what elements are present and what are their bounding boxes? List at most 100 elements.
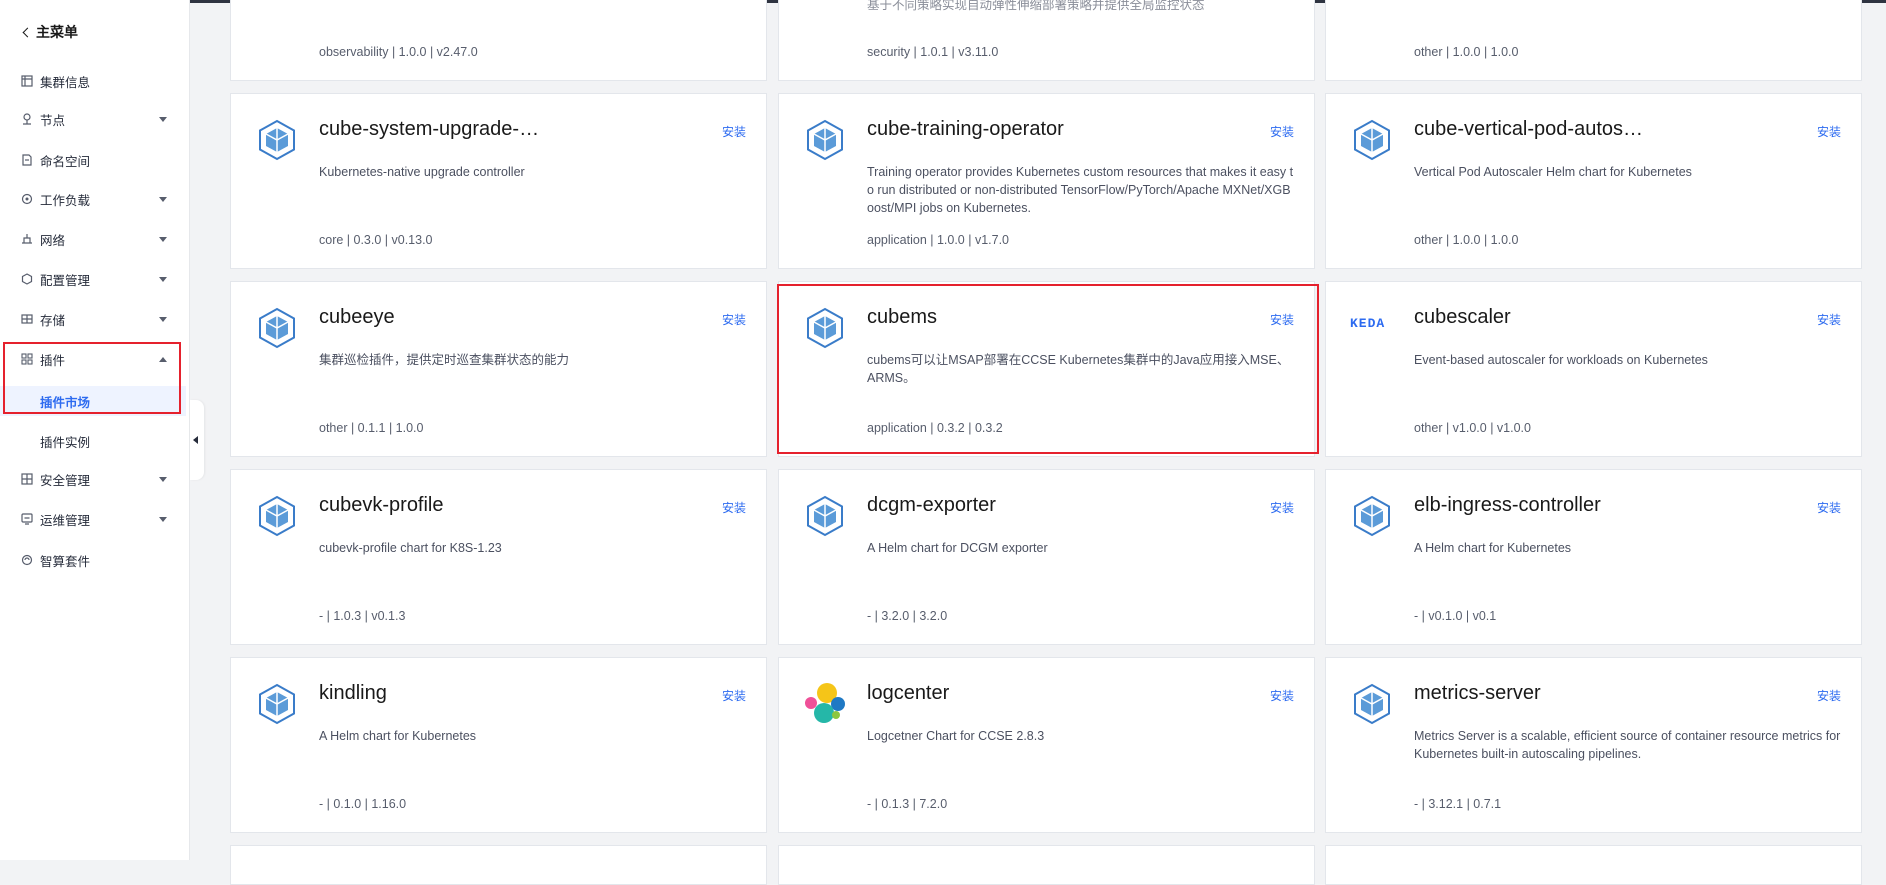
plugin-meta: other | v1.0.0 | v1.0.0	[1414, 421, 1531, 435]
plugin-meta: - | 3.2.0 | 3.2.0	[867, 609, 948, 623]
sidebar-item-network[interactable]: 网络	[0, 223, 190, 255]
sidebar-item-security[interactable]: 安全管理	[0, 463, 190, 495]
install-button[interactable]: 安装	[722, 687, 746, 704]
install-button[interactable]: 安装	[1817, 123, 1841, 140]
plugin-meta: - | 0.1.3 | 7.2.0	[867, 797, 948, 811]
plugin-card[interactable]	[1325, 845, 1862, 885]
sidebar-item-label: 集群信息	[40, 75, 91, 90]
back-to-main-menu[interactable]: 主菜单	[22, 22, 78, 42]
plugin-description: Vertical Pod Autoscaler Helm chart for K…	[1414, 165, 1692, 179]
plugin-description: A Helm chart for Kubernetes	[319, 729, 477, 743]
plugin-meta: - | v0.1.0 | v0.1	[1414, 609, 1497, 623]
plugin-meta: other | 1.0.0 | 1.0.0	[1414, 233, 1519, 247]
cube-logo-icon	[1350, 682, 1394, 726]
cube-logo-icon	[1350, 118, 1394, 162]
install-button[interactable]: 安装	[722, 123, 746, 140]
caret-down-icon	[159, 276, 167, 282]
sidebar-item-ai-suite[interactable]: 智算套件	[0, 544, 190, 576]
cube-logo-icon	[255, 494, 299, 538]
plugin-description: cubevk-profile chart for K8S-1.23	[319, 541, 502, 555]
cube-logo-icon	[1350, 494, 1394, 538]
install-button[interactable]: 安装	[1817, 311, 1841, 328]
plugin-card[interactable]: cube-system-upgrade-… 安装 Kubernetes-nati…	[230, 93, 767, 269]
plugin-card[interactable]: cube-training-operator 安装 Training opera…	[778, 93, 1315, 269]
cube-logo-icon	[255, 682, 299, 726]
install-button[interactable]: 安装	[722, 499, 746, 516]
plugin-description: A Helm chart for Kubernetes	[1414, 541, 1572, 555]
plugin-card[interactable]	[778, 845, 1315, 885]
highlight-box	[3, 342, 181, 414]
install-button[interactable]: 安装	[1270, 123, 1294, 140]
sidebar-item-nodes[interactable]: 节点	[0, 103, 190, 135]
plugin-description: Kubernetes-native upgrade controller	[319, 165, 525, 179]
security-icon	[21, 473, 33, 485]
plugin-card[interactable]: kindling 安装 A Helm chart for Kubernetes …	[230, 657, 767, 833]
plugin-description: Event-based autoscaler for workloads on …	[1414, 353, 1708, 367]
sidebar-item-label: 运维管理	[40, 513, 91, 528]
install-button[interactable]: 安装	[1270, 687, 1294, 704]
plugin-name: metrics-server	[1414, 682, 1541, 704]
plugin-card[interactable]: 基于不同策略实现自动弹性伸缩部署策略并提供全局监控状态 security | 1…	[778, 0, 1315, 81]
install-button[interactable]: 安装	[1817, 499, 1841, 516]
install-button[interactable]: 安装	[722, 311, 746, 328]
plugin-card[interactable]: dcgm-exporter 安装 A Helm chart for DCGM e…	[778, 469, 1315, 645]
plugin-name: cube-vertical-pod-autos…	[1414, 118, 1643, 140]
sidebar: 主菜单 集群信息 节点 命名空间 工作负载 网络 配置管理 存储 插件 插件市场…	[0, 0, 190, 860]
sidebar-collapse-toggle[interactable]	[190, 400, 204, 480]
cube-logo-icon	[803, 494, 847, 538]
plugin-description: Training operator provides Kubernetes cu…	[867, 165, 1294, 215]
plugin-meta: application | 1.0.0 | v1.7.0	[867, 233, 1010, 247]
ai-suite-icon	[21, 554, 33, 566]
logcenter-logo-icon	[803, 682, 847, 726]
plugin-name: cubescaler	[1414, 306, 1511, 328]
plugin-meta: - | 1.0.3 | v0.1.3	[319, 609, 406, 623]
sidebar-item-ops[interactable]: 运维管理	[0, 503, 190, 535]
plugin-name: logcenter	[867, 682, 950, 704]
collapse-left-icon	[193, 436, 198, 444]
plugin-card[interactable]	[230, 845, 767, 885]
caret-down-icon	[159, 316, 167, 322]
node-icon	[21, 113, 33, 125]
plugin-meta: other | 1.0.0 | 1.0.0	[1414, 45, 1519, 59]
sidebar-item-label: 工作负载	[40, 193, 91, 208]
plugin-description: A Helm chart for DCGM exporter	[867, 541, 1048, 555]
sidebar-item-cluster-info[interactable]: 集群信息	[0, 65, 190, 97]
workload-icon	[21, 193, 33, 205]
caret-down-icon	[159, 476, 167, 482]
sidebar-subitem-plugin-instance[interactable]: 插件实例	[0, 426, 186, 456]
plugin-card[interactable]: KEDA cubescaler 安装 Event-based autoscale…	[1325, 281, 1862, 457]
sidebar-item-storage[interactable]: 存储	[0, 303, 190, 335]
sidebar-item-label: 配置管理	[40, 273, 91, 288]
highlight-box	[777, 284, 1319, 454]
install-button[interactable]: 安装	[1817, 687, 1841, 704]
plugin-card[interactable]: cubevk-profile 安装 cubevk-profile chart f…	[230, 469, 767, 645]
storage-icon	[21, 313, 33, 325]
plugin-description: Logcetner Chart for CCSE 2.8.3	[867, 729, 1045, 743]
plugin-description: 集群巡检插件，提供定时巡查集群状态的能力	[319, 353, 570, 367]
plugin-card[interactable]: observability | 1.0.0 | v2.47.0	[230, 0, 767, 81]
plugin-card[interactable]: metrics-server 安装 Metrics Server is a sc…	[1325, 657, 1862, 833]
cube-logo-icon	[803, 118, 847, 162]
keda-logo-icon: KEDA	[1350, 316, 1386, 331]
caret-down-icon	[159, 116, 167, 122]
network-icon	[21, 233, 33, 245]
sidebar-item-label: 智算套件	[40, 554, 91, 569]
plugin-meta: - | 3.12.1 | 0.7.1	[1414, 797, 1502, 811]
plugin-card[interactable]: logcenter 安装 Logcetner Chart for CCSE 2.…	[778, 657, 1315, 833]
plugin-meta: security | 1.0.1 | v3.11.0	[867, 45, 999, 59]
plugin-card[interactable]: other | 1.0.0 | 1.0.0	[1325, 0, 1862, 81]
install-button[interactable]: 安装	[1270, 499, 1294, 516]
sidebar-item-config[interactable]: 配置管理	[0, 263, 190, 295]
sidebar-item-label: 节点	[40, 113, 66, 128]
cube-logo-icon	[255, 118, 299, 162]
plugin-card[interactable]: cubeeye 安装 集群巡检插件，提供定时巡查集群状态的能力 other | …	[230, 281, 767, 457]
sidebar-item-label: 网络	[40, 233, 66, 248]
plugin-description: 基于不同策略实现自动弹性伸缩部署策略并提供全局监控状态	[867, 0, 1205, 12]
sidebar-item-namespace[interactable]: 命名空间	[0, 144, 190, 176]
grid-icon	[21, 75, 33, 87]
plugin-card[interactable]: cube-vertical-pod-autos… 安装 Vertical Pod…	[1325, 93, 1862, 269]
plugin-name: cube-training-operator	[867, 118, 1064, 140]
sidebar-item-workload[interactable]: 工作负载	[0, 183, 190, 215]
plugin-card[interactable]: elb-ingress-controller 安装 A Helm chart f…	[1325, 469, 1862, 645]
chevron-left-icon	[22, 27, 33, 37]
